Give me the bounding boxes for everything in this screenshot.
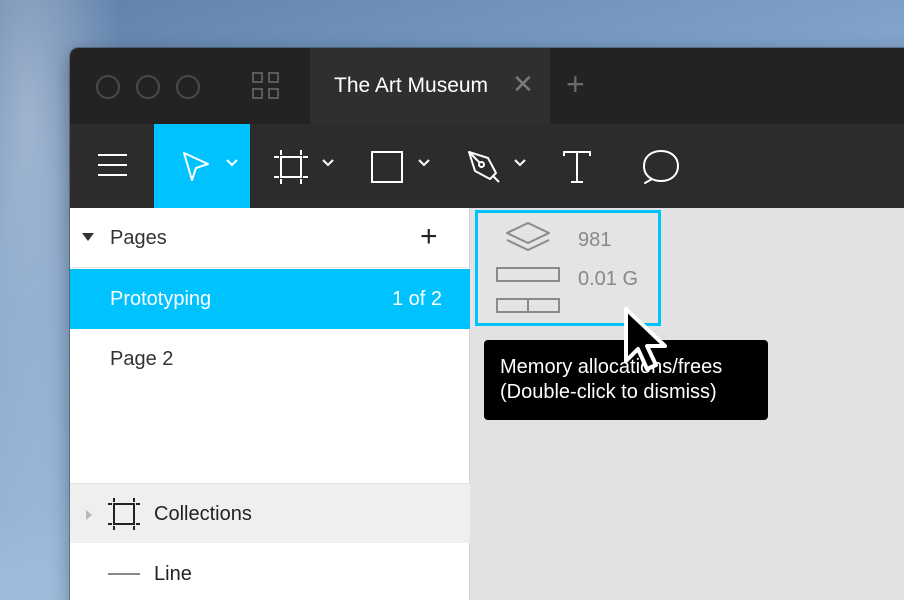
title-bar: The Art Museum ✕ + <box>70 48 904 124</box>
minimize-window-button[interactable] <box>136 75 160 99</box>
layer-item-collections[interactable]: Collections <box>70 483 470 543</box>
close-icon[interactable]: ✕ <box>512 71 534 97</box>
chevron-down-icon[interactable] <box>514 158 526 168</box>
frame-icon <box>108 498 140 530</box>
pages-title: Pages <box>110 227 167 249</box>
layers-stack-icon <box>506 222 550 251</box>
frame-tool-button[interactable] <box>250 124 346 208</box>
line-icon <box>108 573 140 575</box>
text-tool-button[interactable] <box>538 124 618 208</box>
page-item-page-2[interactable]: Page 2 <box>70 329 470 389</box>
page-item-label: Page 2 <box>110 348 174 370</box>
add-page-button[interactable]: + <box>420 222 438 252</box>
layer-item-line[interactable]: Line <box>70 544 470 600</box>
chevron-down-icon[interactable] <box>322 158 334 168</box>
tooltip-line-2: (Double-click to dismiss) <box>500 381 717 403</box>
chevron-down-icon[interactable] <box>226 158 238 168</box>
mouse-cursor-icon <box>624 307 667 371</box>
layer-item-label: Line <box>154 563 192 585</box>
speech-bubble-icon <box>643 150 679 184</box>
expand-caret-icon[interactable] <box>86 510 92 520</box>
tab-the-art-museum[interactable]: The Art Museum ✕ <box>310 48 550 124</box>
select-tool-button[interactable] <box>154 124 250 208</box>
tooltip-line-1: Memory allocations/frees <box>500 356 723 378</box>
layers-count: 981 <box>578 229 612 251</box>
rectangle-icon <box>371 151 403 183</box>
tab-title: The Art Museum <box>334 74 489 97</box>
pages-header[interactable]: Pages + <box>70 208 470 268</box>
memory-bar-icon <box>496 267 560 313</box>
page-item-prototyping[interactable]: Prototyping 1 of 2 <box>70 269 470 329</box>
menu-button[interactable] <box>70 124 154 208</box>
grid-icon[interactable] <box>252 72 280 100</box>
layer-item-label: Collections <box>154 503 252 525</box>
page-count: 1 of 2 <box>391 288 442 310</box>
pen-nib-icon <box>468 151 500 183</box>
shape-tool-button[interactable] <box>346 124 442 208</box>
text-t-icon <box>563 151 591 183</box>
layers-panel: Pages + Prototyping 1 of 2 Page 2 Collec… <box>70 208 470 600</box>
app-window: The Art Museum ✕ + Pages + Prototyping 1… <box>70 48 904 600</box>
new-tab-button[interactable]: + <box>566 68 585 100</box>
frame-icon <box>274 150 308 184</box>
maximize-window-button[interactable] <box>176 75 200 99</box>
memory-value: 0.01 G <box>578 268 639 290</box>
chevron-down-icon[interactable] <box>418 158 430 168</box>
comment-tool-button[interactable] <box>630 124 710 208</box>
collapse-arrow-icon[interactable] <box>82 233 94 241</box>
pen-tool-button[interactable] <box>442 124 538 208</box>
toolbar <box>70 124 904 208</box>
page-item-label: Prototyping <box>110 288 212 310</box>
hamburger-menu-icon <box>98 154 127 176</box>
close-window-button[interactable] <box>96 75 120 99</box>
pointer-arrow-icon <box>183 152 209 181</box>
